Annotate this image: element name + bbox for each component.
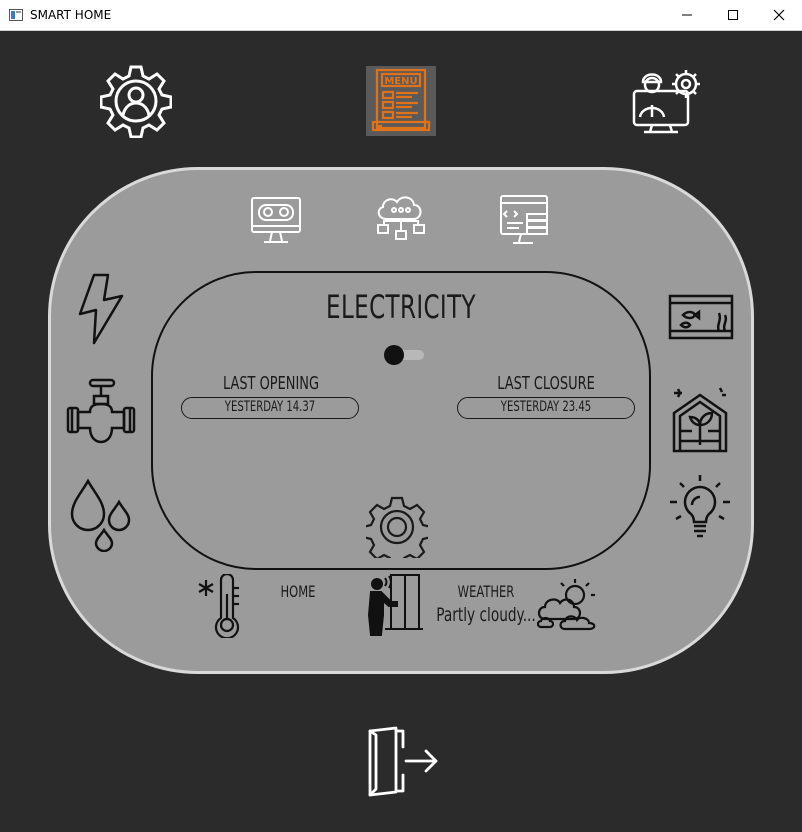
close-icon bbox=[773, 9, 785, 21]
technician-button[interactable] bbox=[630, 67, 702, 135]
water-drops-icon bbox=[70, 478, 131, 553]
close-button[interactable] bbox=[756, 0, 802, 30]
section-heading: ELECTRICITY bbox=[326, 288, 476, 326]
home-label: HOME bbox=[280, 582, 316, 601]
last-opening-label: LAST OPENING bbox=[222, 373, 320, 394]
electricity-icon bbox=[78, 273, 124, 345]
code-server-button[interactable] bbox=[499, 194, 551, 250]
electricity-button[interactable] bbox=[76, 272, 126, 350]
last-closure-value-box: YESTERDAY 23.45 bbox=[457, 397, 635, 419]
last-closure-value: YESTERDAY 23.45 bbox=[500, 399, 592, 415]
lights-button[interactable] bbox=[668, 473, 732, 545]
last-opening-value: YESTERDAY 14.37 bbox=[224, 399, 316, 415]
light-bulb-icon bbox=[670, 475, 730, 538]
title-bar: SMART HOME bbox=[0, 0, 802, 31]
cloud-network-button[interactable] bbox=[374, 193, 428, 249]
user-settings-button[interactable] bbox=[100, 64, 172, 138]
logout-button[interactable] bbox=[366, 725, 440, 803]
greenhouse-button[interactable] bbox=[668, 385, 732, 461]
aquarium-icon bbox=[668, 294, 734, 340]
greenhouse-icon bbox=[672, 387, 728, 453]
last-opening-value-box: YESTERDAY 14.37 bbox=[181, 397, 359, 419]
menu-button[interactable]: MENU bbox=[366, 66, 436, 136]
window-title: SMART HOME bbox=[30, 8, 112, 22]
menu-icon: MENU bbox=[371, 68, 431, 132]
minimize-icon bbox=[682, 14, 692, 16]
maximize-icon bbox=[728, 10, 738, 20]
app-icon bbox=[9, 9, 23, 21]
weather-button[interactable] bbox=[535, 577, 601, 637]
menu-icon-text: MENU bbox=[384, 76, 417, 87]
water-valve-button[interactable] bbox=[64, 378, 138, 450]
code-server-icon bbox=[500, 195, 548, 244]
thermometer-icon bbox=[198, 572, 240, 640]
last-closure-label: LAST CLOSURE bbox=[497, 373, 595, 394]
minimize-button[interactable] bbox=[664, 0, 710, 30]
water-valve-icon bbox=[66, 378, 136, 444]
logout-icon bbox=[368, 726, 438, 797]
remote-control-button[interactable] bbox=[250, 195, 302, 249]
home-climate-button[interactable] bbox=[196, 572, 246, 642]
technician-icon bbox=[632, 70, 700, 134]
maximize-button[interactable] bbox=[710, 0, 756, 30]
weather-label: WEATHER bbox=[457, 582, 515, 601]
water-button[interactable] bbox=[68, 478, 134, 556]
settings-gear-icon bbox=[361, 496, 433, 568]
cloud-network-icon bbox=[377, 196, 425, 240]
remote-control-monitor-icon bbox=[251, 197, 301, 243]
settings-button[interactable] bbox=[361, 496, 433, 568]
user-settings-icon bbox=[100, 65, 172, 138]
aquarium-button[interactable] bbox=[667, 293, 735, 347]
toggle-knob bbox=[384, 345, 404, 365]
electricity-toggle[interactable] bbox=[384, 345, 424, 365]
weather-cloud-icon bbox=[536, 579, 596, 631]
